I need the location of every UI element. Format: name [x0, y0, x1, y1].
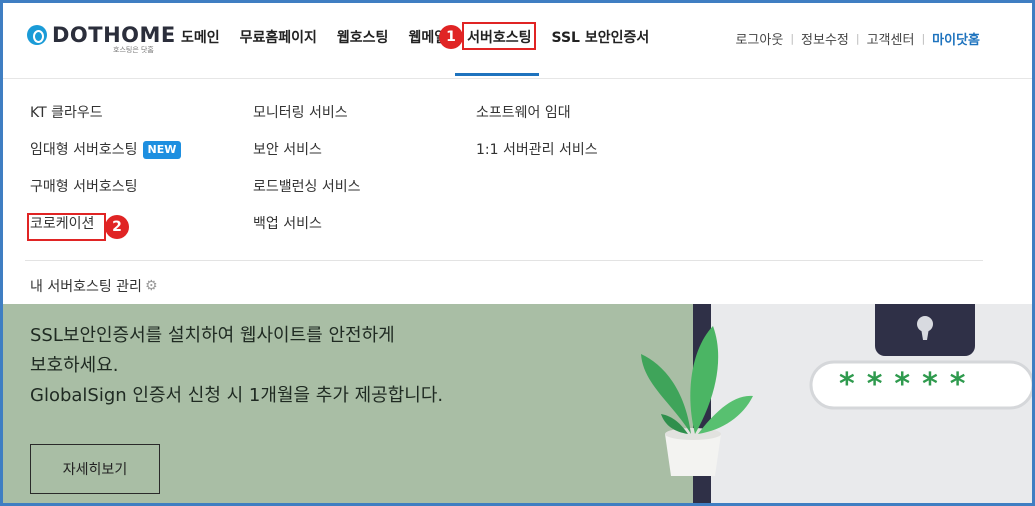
step-badge-2: 2 [105, 215, 129, 239]
menu-load-balancing-service[interactable]: 로드밸런싱 서비스 [253, 178, 361, 215]
banner-illustration: ***** [641, 304, 1032, 503]
logo-mark-icon [27, 25, 47, 45]
separator: | [790, 32, 795, 45]
separator: | [855, 32, 860, 45]
separator: | [921, 32, 926, 45]
customer-center-link[interactable]: 고객센터 [867, 29, 915, 48]
step-badge-1: 1 [439, 25, 463, 49]
menu-managed-server-service[interactable]: 1:1 서버관리 서비스 [476, 141, 598, 178]
nav-web-hosting[interactable]: 웹호스팅 [337, 27, 389, 47]
my-dothome-link[interactable]: 마이닷홈 [932, 29, 980, 48]
nav-free-homepage[interactable]: 무료홈페이지 [240, 27, 317, 47]
menu-label: KT 클라우드 [30, 105, 103, 121]
menu-label: 임대형 서버호스팅 [30, 142, 138, 158]
password-mask: ***** [839, 367, 977, 402]
mega-dropdown-menu: KT 클라우드 임대형 서버호스팅 NEW 구매형 서버호스팅 코로케이션 모니… [3, 80, 1032, 304]
highlight-box-colocation [27, 213, 106, 241]
highlight-box-server-hosting [462, 22, 536, 50]
menu-label: 보안 서비스 [253, 142, 322, 158]
browser-frame: DOTHOME 호스팅은 닷홈 도메인 무료홈페이지 웹호스팅 웹메일 서버호스… [0, 0, 1035, 506]
menu-label: 백업 서비스 [253, 216, 322, 232]
ssl-promo-banner: SSL보안인증서를 설치하여 웹사이트를 안전하게 보호하세요. GlobalS… [3, 304, 1032, 503]
menu-purchase-server-hosting[interactable]: 구매형 서버호스팅 [30, 178, 181, 215]
menu-monitoring-service[interactable]: 모니터링 서비스 [253, 104, 361, 141]
menu-label: 로드밸런싱 서비스 [253, 179, 361, 195]
menu-security-service[interactable]: 보안 서비스 [253, 141, 361, 178]
menu-label: 구매형 서버호스팅 [30, 179, 138, 195]
banner-line-2: 보호하세요. [30, 355, 119, 376]
menu-label: 소프트웨어 임대 [476, 105, 571, 121]
menu-software-rental[interactable]: 소프트웨어 임대 [476, 104, 598, 141]
menu-label: 1:1 서버관리 서비스 [476, 142, 598, 158]
logo-text: DOTHOME [52, 23, 176, 47]
nav-domain[interactable]: 도메인 [181, 27, 220, 47]
menu-label: 모니터링 서비스 [253, 105, 348, 121]
gear-icon: ⚙ [144, 278, 158, 294]
main-nav: 도메인 무료홈페이지 웹호스팅 웹메일 서버호스팅 SSL 보안인증서 [181, 27, 669, 47]
banner-copy: SSL보안인증서를 설치하여 웹사이트를 안전하게 보호하세요. GlobalS… [30, 321, 443, 411]
plant-pot [665, 434, 721, 476]
utility-links: 로그아웃 | 정보수정 | 고객센터 | 마이닷홈 [735, 29, 980, 48]
logo[interactable]: DOTHOME 호스팅은 닷홈 [27, 23, 176, 54]
nav-active-indicator [455, 73, 539, 76]
my-server-hosting-manage-link[interactable]: 내 서버호스팅 관리 ⚙ [30, 276, 158, 296]
menu-rental-server-hosting[interactable]: 임대형 서버호스팅 NEW [30, 141, 182, 178]
dropdown-divider [25, 260, 983, 261]
new-badge: NEW [142, 141, 182, 159]
menu-backup-service[interactable]: 백업 서비스 [253, 215, 361, 252]
manage-label: 내 서버호스팅 관리 [30, 279, 142, 295]
menu-kt-cloud[interactable]: KT 클라우드 [30, 104, 181, 141]
dropdown-column-3: 소프트웨어 임대 1:1 서버관리 서비스 [476, 104, 598, 178]
nav-ssl-certificate[interactable]: SSL 보안인증서 [552, 27, 650, 47]
banner-line-3: GlobalSign 인증서 신청 시 1개월을 추가 제공합니다. [30, 385, 444, 406]
edit-profile-link[interactable]: 정보수정 [801, 29, 849, 48]
logout-link[interactable]: 로그아웃 [735, 29, 783, 48]
view-details-button[interactable]: 자세히보기 [30, 444, 160, 494]
dropdown-column-2: 모니터링 서비스 보안 서비스 로드밸런싱 서비스 백업 서비스 [253, 104, 361, 252]
logo-tagline: 호스팅은 닷홈 [113, 46, 154, 54]
banner-line-1: SSL보안인증서를 설치하여 웹사이트를 안전하게 [30, 325, 395, 346]
